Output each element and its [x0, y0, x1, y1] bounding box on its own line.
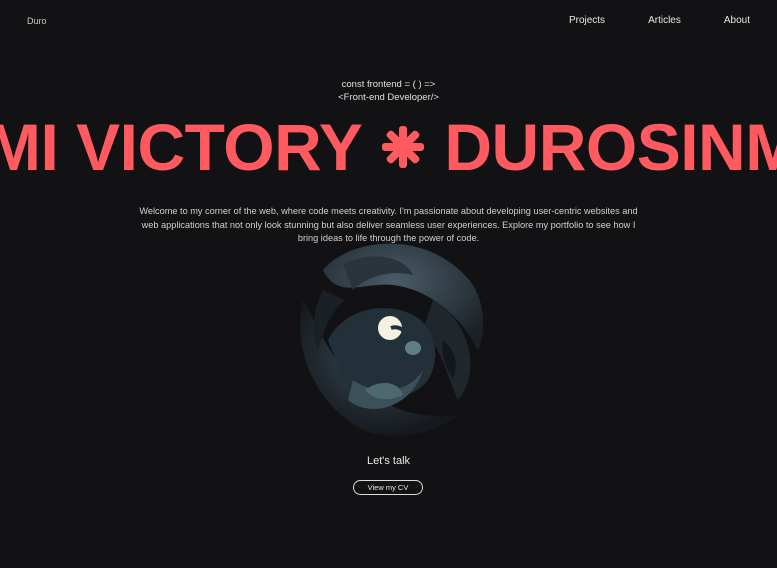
nav-item-articles[interactable]: Articles — [648, 15, 681, 26]
top-nav: Projects Articles About — [526, 15, 750, 26]
nav-item-projects[interactable]: Projects — [569, 15, 605, 26]
code-line-1: const frontend = ( ) => — [341, 79, 436, 90]
view-cv-button[interactable]: View my CV — [353, 480, 423, 495]
abstract-orb-graphic — [300, 243, 483, 436]
nav-item-about[interactable]: About — [724, 15, 750, 26]
code-tagline: const frontend = ( ) => <Front-end Devel… — [0, 79, 777, 104]
code-line-2: <Front-end Developer/> — [338, 91, 439, 103]
name-marquee: MI VICTORY DUROSINM — [0, 111, 777, 183]
marquee-text-1: MI VICTORY — [0, 111, 363, 183]
marquee-track: MI VICTORY DUROSINM — [0, 111, 777, 183]
asterisk-icon — [382, 126, 425, 168]
logo[interactable]: Duro — [27, 16, 47, 26]
marquee-text-2: DUROSINM — [444, 111, 777, 183]
lets-talk-link[interactable]: Let's talk — [0, 455, 777, 467]
